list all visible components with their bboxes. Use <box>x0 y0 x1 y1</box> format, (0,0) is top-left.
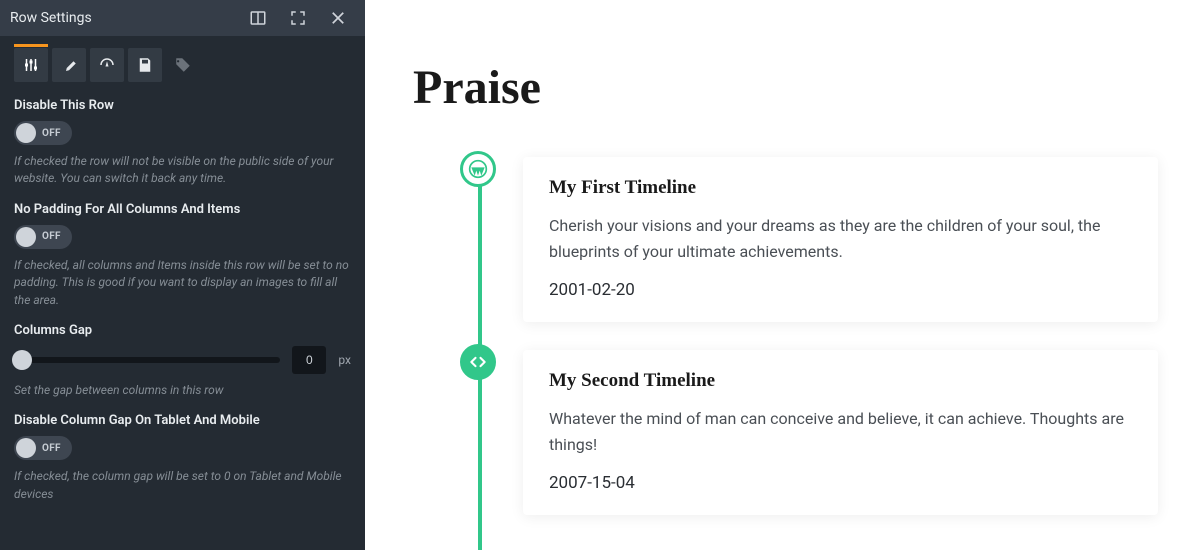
timeline-desc: Whatever the mind of man can conceive an… <box>549 406 1132 457</box>
field-disable-gap-mobile: Disable Column Gap On Tablet And Mobile … <box>14 413 351 503</box>
timeline-card[interactable]: My First Timeline Cherish your visions a… <box>523 157 1158 322</box>
wordpress-icon <box>460 151 496 187</box>
toggle-disable-row[interactable]: OFF <box>14 121 72 145</box>
timeline: My First Timeline Cherish your visions a… <box>413 157 1158 515</box>
timeline-item: My First Timeline Cherish your visions a… <box>523 157 1158 322</box>
timeline-title: My Second Timeline <box>549 370 1132 392</box>
field-columns-gap: Columns Gap px Set the gap between colum… <box>14 323 351 399</box>
timeline-item: My Second Timeline Whatever the mind of … <box>523 350 1158 515</box>
toggle-knob <box>16 438 36 458</box>
field-no-padding: No Padding For All Columns And Items OFF… <box>14 202 351 309</box>
field-label: Disable This Row <box>14 98 351 113</box>
toggle-state: OFF <box>42 231 61 242</box>
toggle-disable-gap-mobile[interactable]: OFF <box>14 436 72 460</box>
help-text: If checked, all columns and Items inside… <box>14 257 351 309</box>
toggle-state: OFF <box>42 443 61 454</box>
field-disable-row: Disable This Row OFF If checked the row … <box>14 98 351 188</box>
timeline-title: My First Timeline <box>549 177 1132 199</box>
slider-thumb[interactable] <box>12 350 32 370</box>
help-text: If checked the row will not be visible o… <box>14 153 351 188</box>
unit-label: px <box>338 353 351 367</box>
timeline-card[interactable]: My Second Timeline Whatever the mind of … <box>523 350 1158 515</box>
toggle-no-padding[interactable]: OFF <box>14 225 72 249</box>
close-icon[interactable] <box>321 1 355 35</box>
help-text: Set the gap between columns in this row <box>14 382 351 399</box>
content-preview: Praise My First Timeline Cherish your vi… <box>365 0 1200 550</box>
panel-tabs <box>14 48 351 82</box>
timeline-desc: Cherish your visions and your dreams as … <box>549 213 1132 264</box>
field-label: Disable Column Gap On Tablet And Mobile <box>14 413 351 428</box>
panel-title: Row Settings <box>10 10 235 26</box>
field-label: Columns Gap <box>14 323 351 338</box>
expand-icon[interactable] <box>281 1 315 35</box>
panel-header: Row Settings <box>0 0 365 36</box>
columns-gap-slider[interactable] <box>14 357 280 363</box>
tab-general[interactable] <box>14 48 48 82</box>
tab-tag[interactable] <box>166 48 200 82</box>
timeline-date: 2007-15-04 <box>549 473 1132 493</box>
toggle-knob <box>16 227 36 247</box>
panel-body: Disable This Row OFF If checked the row … <box>0 36 365 537</box>
field-label: No Padding For All Columns And Items <box>14 202 351 217</box>
toggle-state: OFF <box>42 128 61 139</box>
tab-performance[interactable] <box>90 48 124 82</box>
row-settings-panel: Row Settings <box>0 0 365 550</box>
tab-save[interactable] <box>128 48 162 82</box>
page-title: Praise <box>413 60 1158 115</box>
columns-gap-input[interactable] <box>292 346 326 374</box>
tab-style[interactable] <box>52 48 86 82</box>
panel-column-layout-icon[interactable] <box>241 1 275 35</box>
code-icon <box>460 344 496 380</box>
help-text: If checked, the column gap will be set t… <box>14 468 351 503</box>
timeline-date: 2001-02-20 <box>549 280 1132 300</box>
toggle-knob <box>16 123 36 143</box>
